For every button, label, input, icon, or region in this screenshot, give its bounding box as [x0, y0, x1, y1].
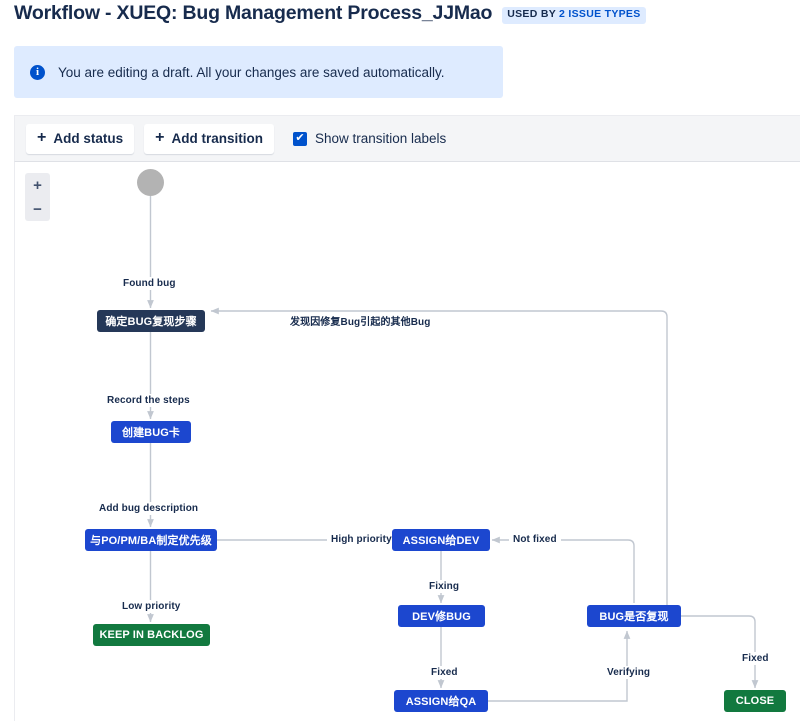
badge-issue-types-link[interactable]: 2 ISSUE TYPES	[559, 9, 641, 21]
show-transition-labels-toggle[interactable]: ✔ Show transition labels	[292, 131, 447, 146]
status-node-create-bug-card[interactable]: 创建BUG卡	[111, 421, 191, 443]
plus-icon: +	[37, 128, 47, 146]
status-node-assign-qa[interactable]: ASSIGN给QA	[394, 690, 488, 712]
transition-label-verifying[interactable]: Verifying	[603, 666, 655, 679]
page-header: Workflow - XUEQ: Bug Management Process_…	[14, 2, 646, 25]
status-node-assign-dev[interactable]: ASSIGN给DEV	[392, 529, 490, 551]
status-node-bug-reproduced[interactable]: BUG是否复现	[587, 605, 681, 627]
banner-text: You are editing a draft. All your change…	[58, 64, 445, 80]
transition-label-not-fixed[interactable]: Not fixed	[509, 533, 561, 546]
show-transition-labels-label: Show transition labels	[314, 131, 447, 146]
status-node-repro[interactable]: 确定BUG复现步骤	[97, 310, 205, 332]
transition-label-fixed-to-close[interactable]: Fixed	[738, 652, 773, 665]
transition-label-high-priority[interactable]: High priority	[327, 533, 396, 546]
workflow-diagram-canvas[interactable]: + − 确定BUG复现步骤 创建BUG卡 与PO/PM/BA制定优先级 KEEP…	[14, 162, 800, 721]
add-status-label: Add status	[53, 131, 124, 146]
page-title: Workflow - XUEQ: Bug Management Process_…	[14, 2, 493, 24]
workflow-editor-page: Workflow - XUEQ: Bug Management Process_…	[0, 0, 800, 721]
plus-icon: +	[155, 128, 165, 146]
status-node-set-priority[interactable]: 与PO/PM/BA制定优先级	[85, 529, 217, 551]
workflow-toolbar: + Add status + Add transition ✔ Show tra…	[14, 115, 800, 162]
draft-info-banner: i You are editing a draft. All your chan…	[14, 46, 503, 98]
transition-label-record-the-steps[interactable]: Record the steps	[103, 394, 194, 407]
add-transition-label: Add transition	[171, 131, 263, 146]
transition-label-found-bug[interactable]: Found bug	[119, 277, 180, 290]
status-node-dev-fix-bug[interactable]: DEV修BUG	[398, 605, 485, 627]
badge-static-text: USED BY	[507, 8, 557, 21]
transition-label-low-priority[interactable]: Low priority	[118, 600, 185, 613]
status-badge[interactable]: USED BY 2 ISSUE TYPES	[502, 7, 646, 24]
checkbox-checked-icon[interactable]: ✔	[292, 131, 307, 146]
status-node-start[interactable]	[137, 169, 164, 196]
transition-label-add-bug-description[interactable]: Add bug description	[95, 502, 203, 515]
transition-label-fixed-to-qa[interactable]: Fixed	[427, 666, 462, 679]
status-node-close[interactable]: CLOSE	[724, 690, 786, 712]
transition-label-fixing[interactable]: Fixing	[425, 580, 464, 593]
status-node-keep-in-backlog[interactable]: KEEP IN BACKLOG	[93, 624, 210, 646]
transition-label-other-bug-found[interactable]: 发现因修复Bug引起的其他Bug	[286, 312, 435, 329]
add-transition-button[interactable]: + Add transition	[144, 123, 274, 154]
add-status-button[interactable]: + Add status	[26, 123, 135, 154]
info-icon: i	[30, 64, 45, 80]
